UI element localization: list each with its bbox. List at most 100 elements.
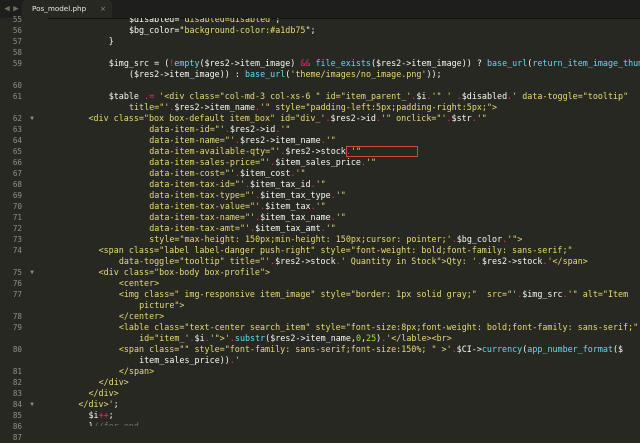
code-token: '" xyxy=(315,201,326,211)
tab-bar: ◀ ▶ Pos_model.php × xyxy=(0,0,640,19)
code-token: data-toggle="tooltip" title="' xyxy=(118,256,271,266)
code-token: ($res2->item_image)) ? xyxy=(370,58,487,68)
code-editor[interactable]: 55 56 57 58 59 60 61 62 ▼ 63 64 65 66 67 68 69 70 71 72 73 7… xyxy=(0,15,640,442)
code-token: "; xyxy=(305,25,316,35)
code-token: $res2->item_name xyxy=(174,102,256,112)
line-number: 78 xyxy=(12,312,22,321)
code-line: style="max-height: 150px;min-height: 150… xyxy=(48,234,640,245)
code-line: item_sales_price)).' xyxy=(48,355,640,366)
line-number: 71 xyxy=(12,213,22,222)
tab-title: Pos_model.php xyxy=(32,4,87,13)
code-token: '" xyxy=(335,212,346,222)
code-area[interactable]: $disabled="disabled=disabled"; $bg_color=… xyxy=(48,18,640,426)
code-token: && xyxy=(300,58,311,68)
code-token: data-item-sales-price="' xyxy=(149,157,271,167)
line-number: 66 xyxy=(12,158,22,167)
code-token: ($res2->item_image) xyxy=(199,58,301,68)
code-token: '">' xyxy=(209,333,230,343)
close-icon[interactable]: × xyxy=(100,0,106,18)
code-token: .= xyxy=(144,91,155,101)
line-number: 68 xyxy=(12,180,22,189)
code-token: =" xyxy=(174,18,185,24)
code-token: '" xyxy=(315,179,326,189)
code-token: </div> xyxy=(98,377,129,387)
code-token: ++ xyxy=(98,410,109,420)
line-number: 79 xyxy=(12,323,22,332)
code-token: ' data-toggle="tooltip" xyxy=(512,91,629,101)
code-token: '<div class="col-md-3 col-xs-6 " id="ite… xyxy=(159,91,412,101)
code-token: base_url xyxy=(486,58,528,68)
code-token: background-color:#a1db75 xyxy=(184,25,306,35)
code-token: <img class=" img-responsive item_image" … xyxy=(118,289,518,299)
line-number: 70 xyxy=(12,202,22,211)
code-token: <div class="box box-default item_box" id… xyxy=(88,113,326,123)
selection-highlight xyxy=(346,146,418,157)
code-token: $bg_color xyxy=(128,25,175,35)
code-line: <img class=" img-responsive item_image" … xyxy=(48,289,640,300)
code-token: "; xyxy=(270,18,281,24)
code-line: data-item-tax-type="'.$item_tax_type.'" xyxy=(48,190,640,201)
code-token: $res2->stock xyxy=(285,146,346,156)
code-token: app_number_format xyxy=(527,344,613,354)
code-token: picture"> xyxy=(139,300,185,310)
code-token: = ( xyxy=(149,58,170,68)
code-token: data-item-id="' xyxy=(149,124,225,134)
code-token: ($res2->item_name, xyxy=(265,333,356,343)
code-token: $str xyxy=(451,113,472,123)
code-token: data-item-tax-id="' xyxy=(149,179,245,189)
code-line: }//for end xyxy=(48,421,640,426)
code-token: $img_src xyxy=(108,58,150,68)
code-token: data-item-name="' xyxy=(149,135,235,145)
code-token: ' Quantity in Stock">Qty: ' xyxy=(340,256,477,266)
code-token: disabled=disabled xyxy=(184,18,271,24)
code-token: $table xyxy=(108,91,139,101)
line-number: 87 xyxy=(12,433,22,442)
line-number: 72 xyxy=(12,224,22,233)
code-token: data-item-available-qty="' xyxy=(149,146,281,156)
code-token: $i xyxy=(88,410,99,420)
code-line: $bg_color="background-color:#a1db75"; xyxy=(48,25,640,36)
code-token: <span class="label label-danger push-rig… xyxy=(98,245,573,255)
code-token: '"> xyxy=(507,234,523,244)
code-token: '" xyxy=(280,124,291,134)
code-line: } xyxy=(48,36,640,47)
fold-arrow-icon[interactable]: ▼ xyxy=(28,399,36,410)
code-line: $table .= '<div class="col-md-3 col-xs-6… xyxy=(48,91,640,102)
code-line: data-item-cost="'.$item_cost.'" xyxy=(48,168,640,179)
code-token: $res2->stock xyxy=(275,256,336,266)
code-token: '" xyxy=(295,168,306,178)
code-line: title="'.$res2->item_name.'" style="padd… xyxy=(48,102,640,113)
line-number: 61 xyxy=(12,92,22,101)
code-line: picture"> xyxy=(48,300,640,311)
line-number: 82 xyxy=(12,378,22,387)
fold-arrow-icon[interactable]: ▼ xyxy=(28,267,36,278)
tab-pos-model[interactable]: Pos_model.php × xyxy=(22,0,112,18)
line-number: 85 xyxy=(12,411,22,420)
code-token: '" xyxy=(325,135,336,145)
code-token: '" style="padding-left:5px;padding-right… xyxy=(260,102,498,112)
code-line: data-item-tax-id="'.$item_tax_id.'" xyxy=(48,179,640,190)
code-line: data-item-tax-name="'.$item_tax_name.'" xyxy=(48,212,640,223)
code-token: ' xyxy=(234,355,240,365)
code-token: =" xyxy=(174,25,185,35)
code-token: '" ' xyxy=(431,91,452,101)
code-line: <center> xyxy=(48,278,640,289)
fold-arrow-icon[interactable]: ▼ xyxy=(28,113,36,124)
code-token: $item_tax_type xyxy=(260,190,331,200)
code-line: data-item-id="'.$res2->id.'" xyxy=(48,124,640,135)
line-number: 81 xyxy=(12,367,22,376)
line-number: 65 xyxy=(12,147,22,156)
code-token: data-item-cost="' xyxy=(149,168,235,178)
code-token: id="item_' xyxy=(139,333,190,343)
code-token: $item_sales_price xyxy=(275,157,361,167)
line-number: 60 xyxy=(12,81,22,90)
line-number: 67 xyxy=(12,169,22,178)
code-token: $res2->item_name xyxy=(239,135,321,145)
code-token: <lable class="text-center search_item" s… xyxy=(118,322,639,332)
line-number: 62 xyxy=(12,114,22,123)
line-number: 76 xyxy=(12,279,22,288)
code-line: </div>'; xyxy=(48,399,640,410)
code-token: $disabled xyxy=(128,18,175,24)
code-token: empty xyxy=(174,58,200,68)
